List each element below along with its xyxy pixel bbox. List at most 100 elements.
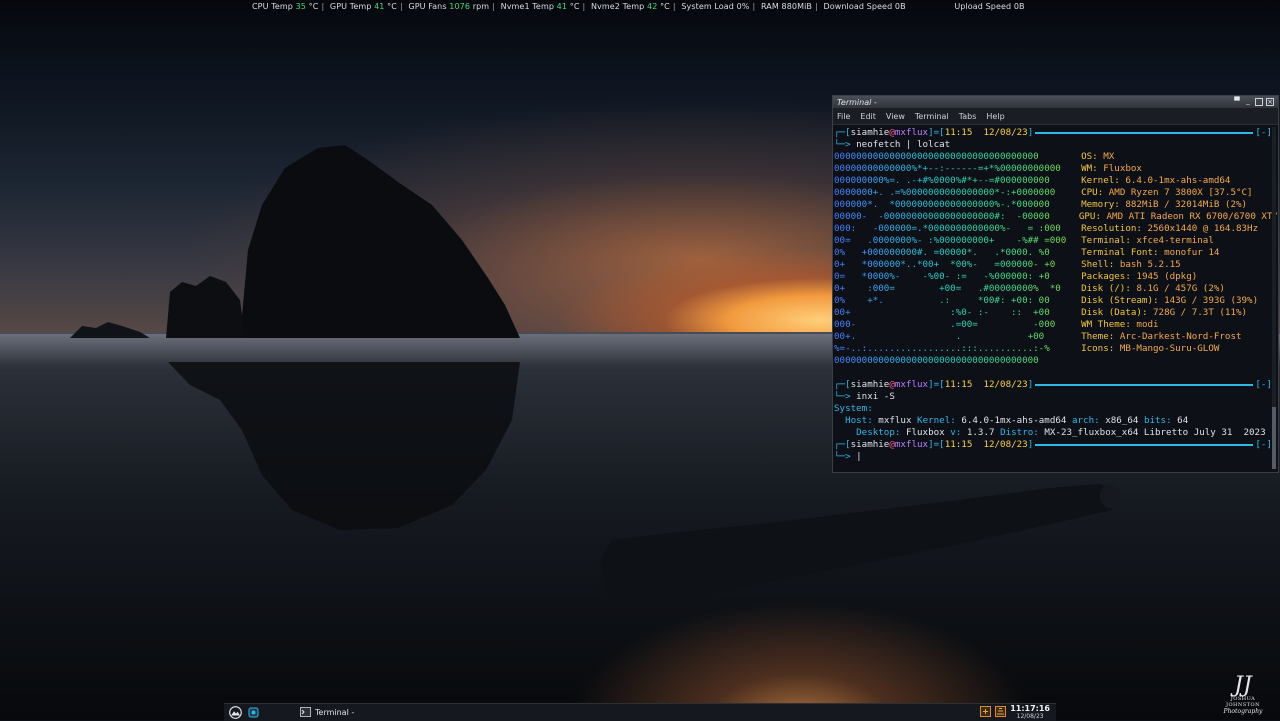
- neofetch-ascii-art: %=-..:.................:::..........:-%: [834, 343, 1070, 355]
- prompt-time: 11:15: [944, 127, 973, 138]
- neofetch-ascii-art: 00000000000000%*+--:------=+*%0000000000…: [834, 163, 1070, 175]
- neofetch-info-key: Memory: [1081, 199, 1115, 210]
- workspace-icon[interactable]: [246, 706, 260, 720]
- neofetch-info-value: MB-Mango-Suru-GLOW: [1119, 343, 1220, 354]
- neofetch-row: 0000000+. .=%0000000000000000*-:+0000000…: [834, 187, 1253, 198]
- mx-menu-icon[interactable]: [228, 706, 242, 720]
- neofetch-ascii-art: 0000000000000000000000000000000000000: [834, 355, 1070, 367]
- gpu-fans-label: GPU Fans: [408, 2, 447, 11]
- neofetch-info-key: Disk (Data): [1081, 307, 1142, 318]
- prompt-tag: [-]: [1255, 379, 1272, 390]
- download-speed: Download Speed 0B: [823, 2, 906, 11]
- menu-tabs[interactable]: Tabs: [959, 112, 977, 121]
- minimize-icon[interactable]: _: [1244, 98, 1252, 106]
- prompt-tag: [-]: [1255, 439, 1272, 450]
- taskbar-terminal-button[interactable]: Terminal -: [296, 706, 358, 720]
- neofetch-row: 000000000%=. .-+#%0000%#*+--=#000000000 …: [834, 175, 1231, 187]
- network-icon[interactable]: [995, 706, 1007, 719]
- terminal-titlebar[interactable]: Terminal - ▀ _ ×: [833, 96, 1278, 108]
- terminal-menubar: File Edit View Terminal Tabs Help: [833, 108, 1278, 125]
- command-line: └─> inxi -S: [834, 391, 895, 402]
- prompt-host: mxflux: [894, 379, 929, 390]
- terminal-window[interactable]: Terminal - ▀ _ × File Edit View Terminal…: [832, 95, 1279, 473]
- taskbar-clock[interactable]: 11:17:16 12/08/23: [1010, 704, 1050, 721]
- gpu-temp-value: 41: [374, 2, 385, 11]
- neofetch-info-key: OS: [1081, 151, 1093, 162]
- taskbar-terminal-label: Terminal -: [315, 708, 355, 717]
- command-line: └─> neofetch | lolcat: [834, 139, 951, 150]
- nvme1-temp-unit: °C: [569, 2, 580, 11]
- watermark-subtitle: Photography: [1223, 708, 1263, 715]
- clock-date: 12/08/23: [1016, 712, 1044, 720]
- neofetch-row: 000000*. *000000000000000000%-.*000000 M…: [834, 199, 1248, 210]
- upload-speed: Upload Speed 0B: [954, 2, 1025, 11]
- neofetch-info-value: bash 5.2.15: [1119, 259, 1181, 270]
- window-controls: ▀ _ ×: [1233, 98, 1274, 106]
- command-line-active[interactable]: └─> |: [834, 451, 1278, 463]
- neofetch-info-value: xfce4-terminal: [1136, 235, 1214, 246]
- menu-file[interactable]: File: [837, 112, 850, 121]
- cpu-temp-unit: °C: [308, 2, 319, 11]
- text-cursor: |: [856, 451, 862, 462]
- neofetch-row: 0% +000000000#. =00000*. .*0000. %0 Term…: [834, 247, 1220, 258]
- terminal-output[interactable]: ┌─[siamhie @ mxflux]=[11:15 12/08/23] [-] └…: [833, 125, 1278, 472]
- neofetch-info-value: MX: [1103, 151, 1115, 162]
- prompt-time: 11:15: [944, 379, 973, 390]
- prompt-line: ┌─[siamhie @ mxflux]=[11:15 12/08/23] [-]: [834, 127, 1272, 138]
- menu-help[interactable]: Help: [986, 112, 1004, 121]
- neofetch-info-value: 882MiB / 32014MiB (2%): [1125, 199, 1248, 210]
- nvme2-temp-unit: °C: [660, 2, 670, 11]
- cpu-temp-value: 35: [295, 2, 306, 11]
- cpu-temp-label: CPU Temp: [252, 2, 293, 11]
- prompt-time: 11:15: [944, 439, 973, 450]
- neofetch-row: 0+ :000= +00= .#00000000% *0 Disk (/): 8…: [834, 283, 1225, 294]
- neofetch-info-key: Terminal Font: [1081, 247, 1153, 258]
- prompt-tag: [-]: [1255, 127, 1272, 138]
- neofetch-row: 00+. . +00 Theme: Arc-Darkest-Nord-Frost: [834, 331, 1242, 342]
- neofetch-info-key: Resolution: [1081, 223, 1137, 234]
- menu-edit[interactable]: Edit: [860, 112, 876, 121]
- updater-icon[interactable]: [980, 706, 992, 719]
- neofetch-row: %=-..:.................:::..........:-% …: [834, 343, 1220, 355]
- neofetch-info-value: modi: [1136, 319, 1159, 330]
- close-icon[interactable]: ×: [1266, 98, 1274, 106]
- conky-status-bar: CPU Temp 35 °C | GPU Temp 41 °C | GPU Fans…: [252, 2, 1025, 11]
- neofetch-info-key: Theme: [1081, 331, 1109, 342]
- gpu-fans-value: 1076: [449, 2, 471, 11]
- neofetch-info-value: 143G / 393G (39%): [1164, 295, 1259, 306]
- maximize-icon[interactable]: [1255, 98, 1263, 106]
- terminal-scroll-thumb[interactable]: [1272, 407, 1276, 469]
- prompt-date: 12/08/23: [983, 439, 1028, 450]
- neofetch-output: 0000000000000000000000000000000000000 OS…: [834, 151, 1278, 367]
- menu-terminal[interactable]: Terminal: [915, 112, 949, 121]
- neofetch-info-key: Shell: [1081, 259, 1109, 270]
- prompt-host: mxflux: [894, 127, 929, 138]
- neofetch-row: 0+ *000000*..*00+ *00%- =000000- +0 Shel…: [834, 259, 1181, 270]
- shade-icon[interactable]: ▀: [1233, 98, 1241, 106]
- neofetch-row: 0% +*. .: *00#: +00: 00 Disk (Stream): 1…: [834, 295, 1259, 306]
- neofetch-info-value: 8.1G / 457G (2%): [1136, 283, 1225, 294]
- neofetch-row: 00= .0000000%- :%000000000+ -%## =000 Te…: [834, 235, 1214, 246]
- command-text: inxi -S: [856, 391, 895, 402]
- prompt-line: ┌─[siamhie @ mxflux]=[11:15 12/08/23] [-]: [834, 379, 1272, 390]
- prompt-host: mxflux: [894, 439, 929, 450]
- neofetch-row: 000: -000000=.*0000000000000%- = :000 Re…: [834, 223, 1259, 235]
- neofetch-info-key: GPU: [1078, 211, 1096, 222]
- neofetch-info-key: WM: [1081, 163, 1093, 174]
- neofetch-row: 0= *0000%- -%00- := -%000000: +0 Package…: [834, 271, 1198, 282]
- ram-usage: RAM 880MiB: [760, 2, 813, 11]
- neofetch-info-key: Kernel: [1081, 175, 1115, 186]
- neofetch-row: 00+ :%0- :- :: +00 Disk (Data): 728G / 7…: [834, 307, 1248, 318]
- neofetch-ascii-art: 000: -000000=.*0000000000000%- = :000: [834, 223, 1070, 235]
- nvme2-temp-value: 42: [647, 2, 658, 11]
- prompt-user: siamhie: [850, 379, 890, 390]
- prompt-date: 12/08/23: [983, 379, 1028, 390]
- neofetch-ascii-art: 000000000%=. .-+#%0000%#*+--=#000000000: [834, 175, 1070, 187]
- menu-view[interactable]: View: [886, 112, 905, 121]
- neofetch-row: 0000000000000000000000000000000000000: [834, 355, 1278, 367]
- neofetch-row: 00000000000000%*+--:------=+*%0000000000…: [834, 163, 1142, 175]
- window-title: Terminal -: [837, 97, 877, 107]
- gpu-temp-unit: °C: [387, 2, 397, 11]
- neofetch-ascii-art: 000- .=00= -000: [834, 319, 1070, 331]
- neofetch-info-key: WM Theme: [1081, 319, 1126, 330]
